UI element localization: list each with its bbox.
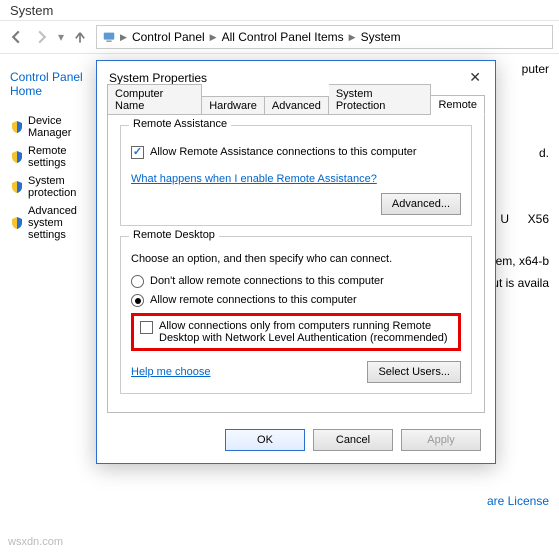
crumb-all-items[interactable]: All Control Panel Items xyxy=(220,30,346,44)
shield-icon xyxy=(10,180,24,194)
sidebar-item-system-protection[interactable]: System protection xyxy=(10,172,95,202)
sidebar-item-device-manager[interactable]: Device Manager xyxy=(10,112,95,142)
back-arrow-icon[interactable] xyxy=(6,27,26,47)
computer-icon xyxy=(101,29,117,45)
sidebar-item-remote-settings[interactable]: Remote settings xyxy=(10,142,95,172)
watermark: wsxdn.com xyxy=(8,536,63,548)
close-icon[interactable]: ✕ xyxy=(465,69,485,86)
crumb-control-panel[interactable]: Control Panel xyxy=(130,30,207,44)
bg-text: X56 xyxy=(528,212,549,226)
sidebar-label: System protection xyxy=(28,175,95,199)
cancel-button[interactable]: Cancel xyxy=(313,429,393,451)
shield-icon xyxy=(10,150,24,164)
allow-remote-radio[interactable] xyxy=(131,294,144,307)
allow-remote-label: Allow remote connections to this compute… xyxy=(150,294,357,306)
sidebar-label: Device Manager xyxy=(28,115,95,139)
tab-system-protection[interactable]: System Protection xyxy=(329,84,432,115)
tab-strip: Computer Name Hardware Advanced System P… xyxy=(97,92,495,114)
chevron-right-icon[interactable]: ▶ xyxy=(119,32,128,43)
tab-hardware[interactable]: Hardware xyxy=(202,96,265,115)
tab-remote[interactable]: Remote xyxy=(431,95,485,115)
nav-bar: ▾ ▶ Control Panel ▶ All Control Panel It… xyxy=(0,20,559,54)
shield-icon xyxy=(10,216,24,230)
group-title: Remote Assistance xyxy=(129,118,231,130)
what-happens-link[interactable]: What happens when I enable Remote Assist… xyxy=(131,173,377,185)
allow-remote-assistance-checkbox[interactable] xyxy=(131,146,144,159)
system-properties-dialog: System Properties ✕ Computer Name Hardwa… xyxy=(96,60,496,464)
sidebar: Control Panel Home Device Manager Remote… xyxy=(0,54,95,244)
tab-computer-name[interactable]: Computer Name xyxy=(107,84,202,115)
forward-arrow-icon[interactable] xyxy=(32,27,52,47)
nla-checkbox[interactable] xyxy=(140,321,153,334)
dont-allow-label: Don't allow remote connections to this c… xyxy=(150,275,384,287)
bg-text: puter xyxy=(522,62,549,76)
advanced-button[interactable]: Advanced... xyxy=(381,193,461,215)
bg-text: d. xyxy=(539,146,549,160)
group-remote-desktop: Remote Desktop Choose an option, and the… xyxy=(120,236,472,394)
crumb-system[interactable]: System xyxy=(359,30,403,44)
window-title: System xyxy=(0,0,559,20)
nla-highlight: Allow connections only from computers ru… xyxy=(131,313,461,351)
tab-body-remote: Remote Assistance Allow Remote Assistanc… xyxy=(107,114,485,413)
sidebar-item-advanced[interactable]: Advanced system settings xyxy=(10,202,95,244)
history-chevron-icon[interactable]: ▾ xyxy=(58,30,64,44)
bg-text: U xyxy=(500,212,509,226)
chevron-right-icon[interactable]: ▶ xyxy=(209,32,218,43)
nla-label: Allow connections only from computers ru… xyxy=(159,320,452,344)
chevron-right-icon[interactable]: ▶ xyxy=(348,32,357,43)
tab-advanced[interactable]: Advanced xyxy=(265,96,329,115)
dialog-button-row: OK Cancel Apply xyxy=(97,421,495,463)
dont-allow-radio[interactable] xyxy=(131,275,144,288)
sidebar-label: Advanced system settings xyxy=(28,205,95,241)
remote-desktop-desc: Choose an option, and then specify who c… xyxy=(131,253,461,265)
control-panel-home-link[interactable]: Control Panel Home xyxy=(10,64,95,104)
up-arrow-icon[interactable] xyxy=(70,27,90,47)
help-me-choose-link[interactable]: Help me choose xyxy=(131,366,211,378)
sidebar-label: Remote settings xyxy=(28,145,95,169)
apply-button[interactable]: Apply xyxy=(401,429,481,451)
shield-icon xyxy=(10,120,24,134)
ok-button[interactable]: OK xyxy=(225,429,305,451)
breadcrumb-bar[interactable]: ▶ Control Panel ▶ All Control Panel Item… xyxy=(96,25,553,49)
bg-link[interactable]: are License xyxy=(487,494,549,508)
dialog-title: System Properties xyxy=(109,71,207,85)
group-remote-assistance: Remote Assistance Allow Remote Assistanc… xyxy=(120,125,472,226)
allow-remote-assistance-label: Allow Remote Assistance connections to t… xyxy=(150,146,417,158)
group-title: Remote Desktop xyxy=(129,229,219,241)
select-users-button[interactable]: Select Users... xyxy=(367,361,461,383)
